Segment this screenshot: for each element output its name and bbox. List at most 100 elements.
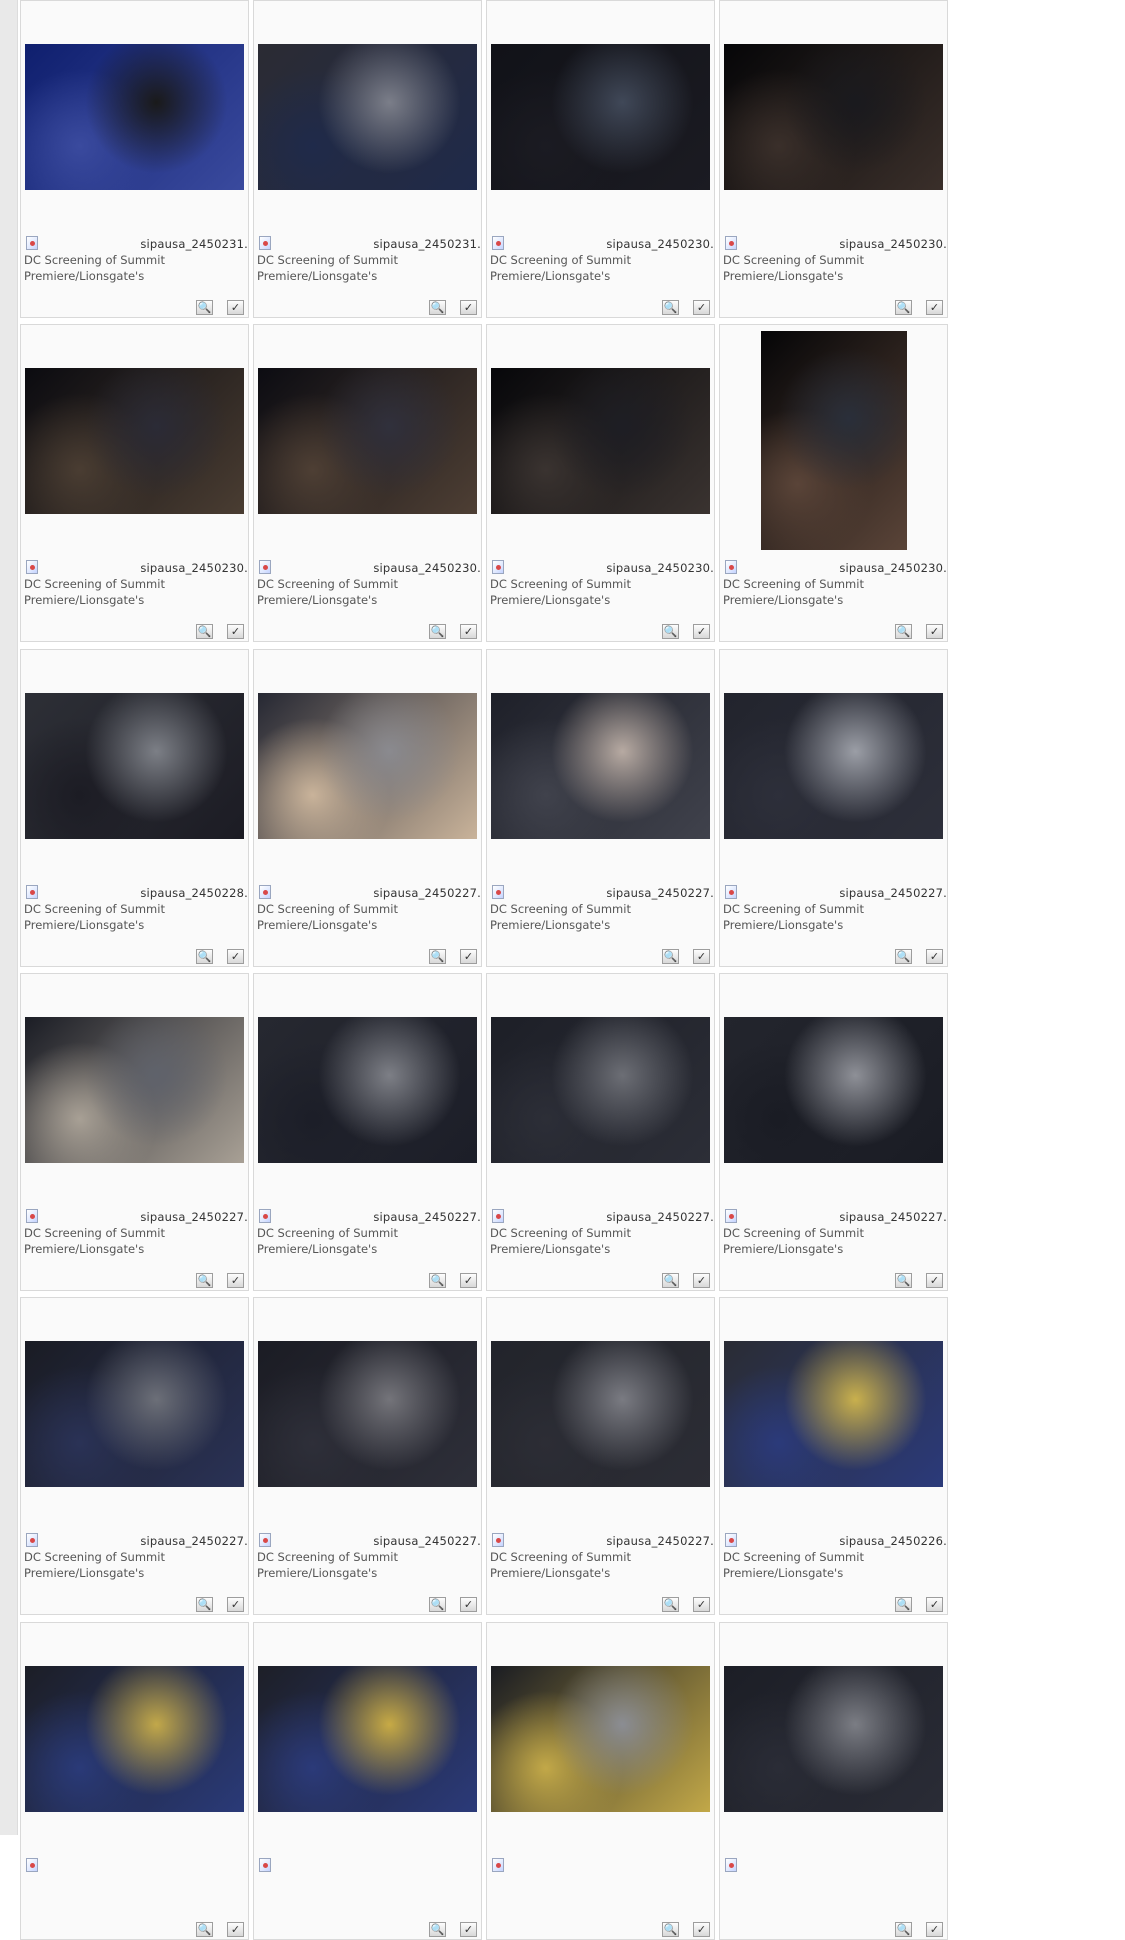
thumbnail-image[interactable] xyxy=(491,1340,710,1487)
photo-card[interactable]: sipausa_2450227. DC Screening of Summit P… xyxy=(486,973,715,1291)
thumbnail-image[interactable] xyxy=(25,1665,244,1812)
select-checkbox-icon[interactable]: ✓ xyxy=(926,300,943,315)
zoom-icon[interactable]: 🔍 xyxy=(196,949,213,964)
select-checkbox-icon[interactable]: ✓ xyxy=(227,1273,244,1288)
select-checkbox-icon[interactable]: ✓ xyxy=(460,1273,477,1288)
photo-card[interactable]: sipausa_2450231. DC Screening of Summit P… xyxy=(253,0,482,318)
select-checkbox-icon[interactable]: ✓ xyxy=(227,1922,244,1937)
photo-card[interactable]: 🔍 ✓ xyxy=(486,1622,715,1940)
photo-card[interactable]: sipausa_2450227. DC Screening of Summit P… xyxy=(486,649,715,967)
select-checkbox-icon[interactable]: ✓ xyxy=(693,1922,710,1937)
photo-card[interactable]: sipausa_2450230. DC Screening of Summit P… xyxy=(719,324,948,642)
select-checkbox-icon[interactable]: ✓ xyxy=(693,1273,710,1288)
thumbnail-image[interactable] xyxy=(25,692,244,839)
thumbnail-image[interactable] xyxy=(491,43,710,190)
photo-card[interactable]: sipausa_2450227. DC Screening of Summit P… xyxy=(253,973,482,1291)
zoom-icon[interactable]: 🔍 xyxy=(196,1273,213,1288)
thumbnail-image[interactable] xyxy=(258,1665,477,1812)
zoom-icon[interactable]: 🔍 xyxy=(196,1597,213,1612)
select-checkbox-icon[interactable]: ✓ xyxy=(693,1597,710,1612)
photo-card[interactable]: sipausa_2450230. DC Screening of Summit P… xyxy=(719,0,948,318)
photo-card[interactable]: sipausa_2450230. DC Screening of Summit P… xyxy=(486,324,715,642)
thumbnail-image[interactable] xyxy=(724,1016,943,1163)
zoom-icon[interactable]: 🔍 xyxy=(429,300,446,315)
zoom-icon[interactable]: 🔍 xyxy=(662,1597,679,1612)
zoom-icon[interactable]: 🔍 xyxy=(895,1597,912,1612)
photo-card[interactable]: sipausa_2450231. DC Screening of Summit P… xyxy=(20,0,249,318)
thumbnail-image[interactable] xyxy=(724,43,943,190)
thumbnail-image[interactable] xyxy=(25,1016,244,1163)
thumbnail-image[interactable] xyxy=(491,1016,710,1163)
photo-card[interactable]: sipausa_2450230. DC Screening of Summit P… xyxy=(20,324,249,642)
photo-card[interactable]: 🔍 ✓ xyxy=(253,1622,482,1940)
zoom-icon[interactable]: 🔍 xyxy=(895,624,912,639)
thumbnail-image[interactable] xyxy=(25,1340,244,1487)
photo-card[interactable]: sipausa_2450226. DC Screening of Summit P… xyxy=(719,1297,948,1615)
photo-card[interactable]: sipausa_2450227. DC Screening of Summit P… xyxy=(486,1297,715,1615)
select-checkbox-icon[interactable]: ✓ xyxy=(926,949,943,964)
select-checkbox-icon[interactable]: ✓ xyxy=(460,624,477,639)
select-checkbox-icon[interactable]: ✓ xyxy=(693,949,710,964)
photo-card[interactable]: sipausa_2450227. DC Screening of Summit P… xyxy=(253,1297,482,1615)
select-checkbox-icon[interactable]: ✓ xyxy=(460,300,477,315)
photo-card[interactable]: 🔍 ✓ xyxy=(20,1622,249,1940)
zoom-icon[interactable]: 🔍 xyxy=(895,1273,912,1288)
thumbnail-area xyxy=(724,656,943,875)
zoom-icon[interactable]: 🔍 xyxy=(662,949,679,964)
zoom-icon[interactable]: 🔍 xyxy=(429,1597,446,1612)
zoom-icon[interactable]: 🔍 xyxy=(895,1922,912,1937)
thumbnail-image[interactable] xyxy=(258,367,477,514)
zoom-icon[interactable]: 🔍 xyxy=(429,1273,446,1288)
photo-card[interactable]: 🔍 ✓ xyxy=(719,1622,948,1940)
thumbnail-image[interactable] xyxy=(258,692,477,839)
photo-card[interactable]: sipausa_2450227. DC Screening of Summit P… xyxy=(20,1297,249,1615)
select-checkbox-icon[interactable]: ✓ xyxy=(460,949,477,964)
checkmark-glyph: ✓ xyxy=(463,950,474,963)
zoom-icon[interactable]: 🔍 xyxy=(429,949,446,964)
thumbnail-image[interactable] xyxy=(491,1665,710,1812)
photo-card[interactable]: sipausa_2450227. DC Screening of Summit P… xyxy=(719,973,948,1291)
thumbnail-image[interactable] xyxy=(258,1016,477,1163)
thumbnail-image[interactable] xyxy=(258,43,477,190)
thumbnail-image[interactable] xyxy=(724,1340,943,1487)
thumbnail-image[interactable] xyxy=(25,43,244,190)
zoom-icon[interactable]: 🔍 xyxy=(662,624,679,639)
zoom-icon[interactable]: 🔍 xyxy=(895,949,912,964)
thumbnail-image[interactable] xyxy=(25,367,244,514)
thumbnail-image[interactable] xyxy=(760,331,907,550)
image-file-icon xyxy=(725,560,737,574)
zoom-icon[interactable]: 🔍 xyxy=(196,1922,213,1937)
select-checkbox-icon[interactable]: ✓ xyxy=(460,1922,477,1937)
select-checkbox-icon[interactable]: ✓ xyxy=(926,624,943,639)
select-checkbox-icon[interactable]: ✓ xyxy=(227,300,244,315)
thumbnail-image[interactable] xyxy=(258,1340,477,1487)
zoom-icon[interactable]: 🔍 xyxy=(196,624,213,639)
select-checkbox-icon[interactable]: ✓ xyxy=(926,1922,943,1937)
photo-filename: sipausa_2450230. xyxy=(606,561,714,575)
photo-card[interactable]: sipausa_2450227. DC Screening of Summit P… xyxy=(20,973,249,1291)
thumbnail-image[interactable] xyxy=(724,1665,943,1812)
zoom-icon[interactable]: 🔍 xyxy=(662,1922,679,1937)
thumbnail-image[interactable] xyxy=(724,692,943,839)
photo-card[interactable]: sipausa_2450228. DC Screening of Summit P… xyxy=(20,649,249,967)
zoom-icon[interactable]: 🔍 xyxy=(429,624,446,639)
photo-card[interactable]: sipausa_2450230. DC Screening of Summit P… xyxy=(253,324,482,642)
zoom-icon[interactable]: 🔍 xyxy=(895,300,912,315)
select-checkbox-icon[interactable]: ✓ xyxy=(693,300,710,315)
photo-card[interactable]: sipausa_2450230. DC Screening of Summit P… xyxy=(486,0,715,318)
zoom-icon[interactable]: 🔍 xyxy=(662,300,679,315)
photo-card[interactable]: sipausa_2450227. DC Screening of Summit P… xyxy=(719,649,948,967)
zoom-icon[interactable]: 🔍 xyxy=(662,1273,679,1288)
select-checkbox-icon[interactable]: ✓ xyxy=(926,1597,943,1612)
select-checkbox-icon[interactable]: ✓ xyxy=(227,1597,244,1612)
zoom-icon[interactable]: 🔍 xyxy=(429,1922,446,1937)
select-checkbox-icon[interactable]: ✓ xyxy=(693,624,710,639)
select-checkbox-icon[interactable]: ✓ xyxy=(227,624,244,639)
thumbnail-image[interactable] xyxy=(491,692,710,839)
thumbnail-image[interactable] xyxy=(491,367,710,514)
photo-card[interactable]: sipausa_2450227. DC Screening of Summit P… xyxy=(253,649,482,967)
select-checkbox-icon[interactable]: ✓ xyxy=(926,1273,943,1288)
zoom-icon[interactable]: 🔍 xyxy=(196,300,213,315)
select-checkbox-icon[interactable]: ✓ xyxy=(227,949,244,964)
select-checkbox-icon[interactable]: ✓ xyxy=(460,1597,477,1612)
